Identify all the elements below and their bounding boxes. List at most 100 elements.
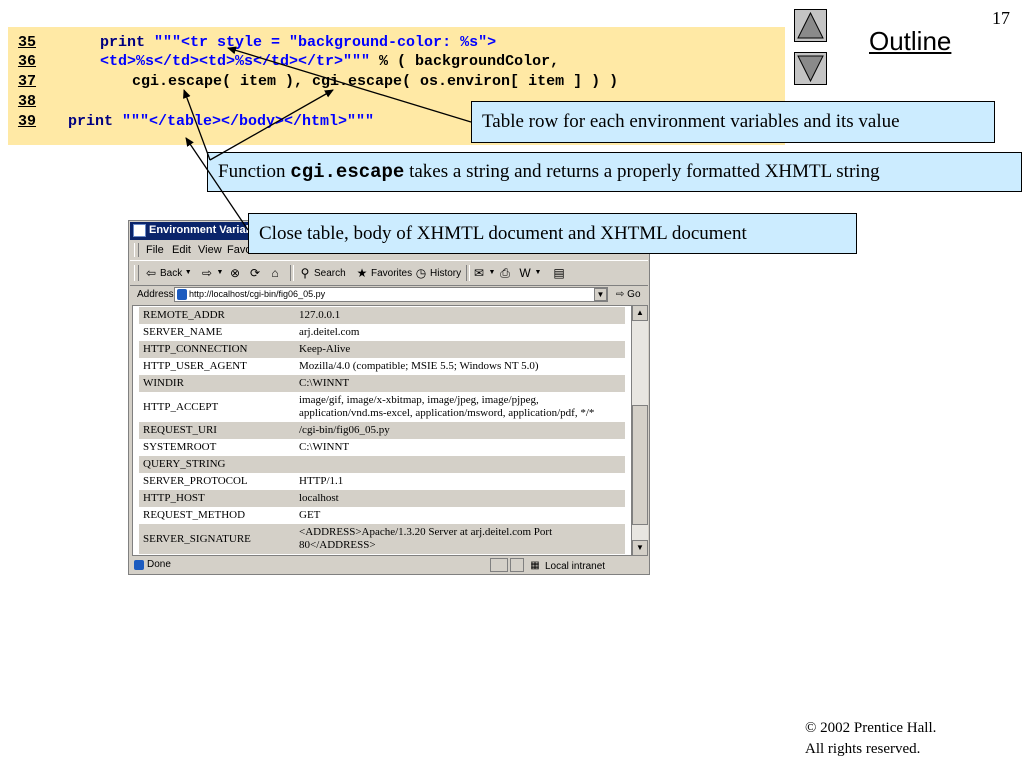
address-input[interactable]: http://localhost/cgi-bin/fig06_05.py (174, 287, 608, 302)
address-bar: Address http://localhost/cgi-bin/fig06_0… (130, 285, 648, 305)
env-var-value: GET (295, 507, 625, 524)
down-triangle-icon (797, 55, 824, 83)
callout-close-table-text: Close table, body of XHMTL document and … (259, 222, 747, 244)
go-arrow-icon: ⇨ (616, 289, 625, 300)
env-var-value: /cgi-bin/fig06_05.py (295, 422, 625, 439)
line-number: 35 (18, 34, 37, 51)
status-panel (510, 558, 524, 572)
page-icon (177, 289, 187, 300)
next-slide-button[interactable] (794, 52, 827, 85)
callout-table-row: Table row for each environment variables… (471, 101, 995, 143)
up-triangle-icon (797, 11, 824, 39)
copyright-line-1: © 2002 Prentice Hall. (805, 720, 937, 736)
favorites-label: Favorites (371, 267, 413, 279)
forward-arrow-icon: ⇨ (201, 266, 213, 280)
table-row: HTTP_HOST localhost (139, 490, 625, 507)
table-row: SERVER_PROTOCOL HTTP/1.1 (139, 473, 625, 490)
print-button[interactable]: ⎙ (498, 265, 512, 281)
env-var-value: Keep-Alive (295, 341, 625, 358)
env-var-value: arj.deitel.com (295, 324, 625, 341)
refresh-button[interactable]: ⟳ (248, 265, 262, 281)
address-label: Address (137, 289, 174, 300)
previous-slide-button[interactable] (794, 9, 827, 42)
intranet-icon: ▦ (530, 560, 540, 571)
env-var-name: SERVER_PROTOCOL (139, 473, 295, 490)
env-var-value: 127.0.0.1 (295, 307, 625, 324)
search-label: Search (314, 267, 346, 279)
home-button[interactable]: ⌂ (268, 265, 282, 281)
env-var-value: localhost (295, 490, 625, 507)
browser-window: Environment Variables File Edit View Fav… (128, 220, 650, 575)
code-token: """<tr style = "background-color: %s"> (154, 34, 497, 51)
env-var-name: SERVER_SIGNATURE (139, 524, 295, 554)
table-row: QUERY_STRING (139, 456, 625, 473)
env-var-value: C:\WINNT (295, 375, 625, 392)
toolbar-grip (134, 265, 139, 281)
edit-button[interactable]: W ▼ (518, 265, 542, 281)
table-row: SYSTEMROOT C:\WINNT (139, 439, 625, 456)
address-dropdown-button[interactable]: ▼ (594, 288, 607, 301)
toolbar-separator (290, 265, 294, 281)
menu-edit[interactable]: Edit (172, 244, 191, 256)
ie-page-icon (133, 224, 146, 237)
env-var-name: REMOTE_ADDR (139, 307, 295, 324)
table-row: HTTP_CONNECTION Keep-Alive (139, 341, 625, 358)
refresh-icon: ⟳ (249, 266, 261, 280)
callout-escape-suffix: takes a string and returns a properly fo… (404, 161, 880, 182)
outline-link[interactable]: Outline (869, 26, 951, 57)
scroll-down-button[interactable]: ▼ (632, 540, 648, 556)
toolbar-separator (466, 265, 470, 281)
chevron-down-icon: ▼ (488, 269, 496, 276)
code-text: <td>%s</td><td>%s</td></tr>""" % ( backg… (100, 53, 559, 70)
code-token: <td>%s</td><td>%s</td></tr>""" (100, 53, 380, 70)
menu-view[interactable]: View (198, 244, 222, 256)
code-text: print """<tr style = "background-color: … (100, 34, 496, 51)
forward-button[interactable]: ⇨ ▼ (200, 265, 224, 281)
discuss-button[interactable]: ▤ (552, 265, 566, 281)
mail-button[interactable]: ✉ ▼ (472, 265, 496, 281)
home-icon: ⌂ (271, 266, 279, 280)
callout-escape-prefix: Function (218, 161, 291, 182)
callout-escape-code: cgi.escape (290, 161, 405, 183)
env-var-value: HTTP/1.1 (295, 473, 625, 490)
favorites-button[interactable]: ★ Favorites (355, 265, 413, 281)
env-var-name: SYSTEMROOT (139, 439, 295, 456)
stop-button[interactable]: ⊗ (228, 265, 242, 281)
table-row: SERVER_SIGNATURE <ADDRESS>Apache/1.3.20 S… (139, 524, 625, 554)
table-row: REQUEST_URI/cgi-bin/fig06_05.py (139, 422, 625, 439)
table-row: REMOTE_ADDR 127.0.0.1 (139, 307, 625, 324)
word-icon: W (519, 266, 531, 280)
env-var-name: QUERY_STRING (139, 456, 295, 473)
env-var-value: image/gif, image/x-xbitmap, image/jpeg, … (295, 392, 625, 422)
document-icon: ▤ (553, 266, 565, 280)
status-bar: Done ▦ Local intranet (130, 557, 648, 574)
stop-icon: ⊗ (229, 266, 241, 280)
code-text: cgi.escape( item ), cgi.escape( os.envir… (132, 73, 618, 90)
copyright-line-2: All rights reserved. (805, 741, 921, 757)
table-row: SERVER_NAME arj.deitel.com (139, 324, 625, 341)
scroll-up-button[interactable]: ▲ (632, 305, 648, 321)
search-icon: ⚲ (300, 266, 310, 280)
line-number: 39 (18, 113, 37, 130)
scroll-thumb[interactable] (632, 405, 648, 525)
env-var-name: SERVER_NAME (139, 324, 295, 341)
menu-file[interactable]: File (146, 244, 164, 256)
code-token: """</table></body></html>""" (122, 113, 375, 130)
line-number: 37 (18, 73, 37, 90)
go-button[interactable]: ⇨ Go (616, 289, 641, 300)
menubar-grip (134, 243, 139, 257)
search-button[interactable]: ⚲ Search (298, 265, 346, 281)
back-button[interactable]: ⇦ Back ▼ (144, 265, 192, 281)
page-content: REMOTE_ADDR 127.0.0.1 SERVER_NAME arj.deite… (132, 305, 632, 556)
slide-number: 17 (992, 8, 1010, 28)
history-button[interactable]: ◷ History (414, 265, 461, 281)
env-var-name: HTTP_USER_AGENT (139, 358, 295, 375)
code-text: print """</table></body></html>""" (68, 113, 374, 130)
callout-cgi-escape: Function cgi.escape takes a string and r… (207, 152, 1022, 192)
vertical-scrollbar[interactable]: ▲ ▼ (632, 305, 648, 556)
back-arrow-icon: ⇦ (145, 266, 157, 280)
copyright: © 2002 Prentice Hall. All rights reserve… (805, 718, 936, 760)
address-url: http://localhost/cgi-bin/fig06_05.py (189, 289, 326, 299)
back-label: Back (160, 267, 183, 279)
env-var-name: REQUEST_METHOD (139, 507, 295, 524)
